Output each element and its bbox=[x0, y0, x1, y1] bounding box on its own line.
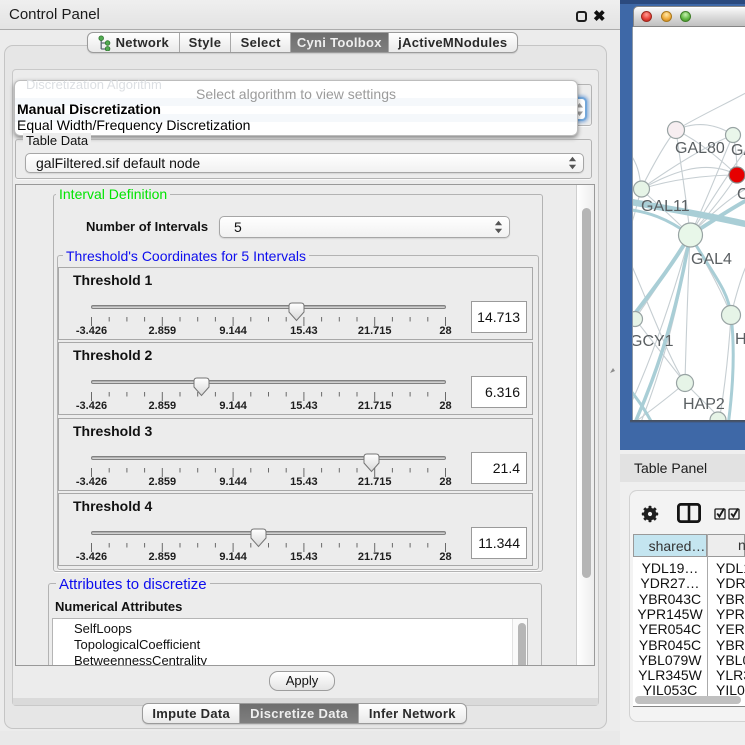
svg-text:GAL4: GAL4 bbox=[691, 251, 732, 268]
svg-text:CDC1: CDC1 bbox=[737, 186, 745, 203]
svg-text:GAL80: GAL80 bbox=[675, 140, 725, 157]
svg-text:HAP2: HAP2 bbox=[683, 396, 725, 413]
svg-text:GCY1: GCY1 bbox=[633, 333, 674, 350]
svg-text:GAL1: GAL1 bbox=[731, 142, 745, 159]
svg-text:GAL11: GAL11 bbox=[641, 198, 690, 215]
svg-text:HAP1: HAP1 bbox=[735, 331, 745, 348]
